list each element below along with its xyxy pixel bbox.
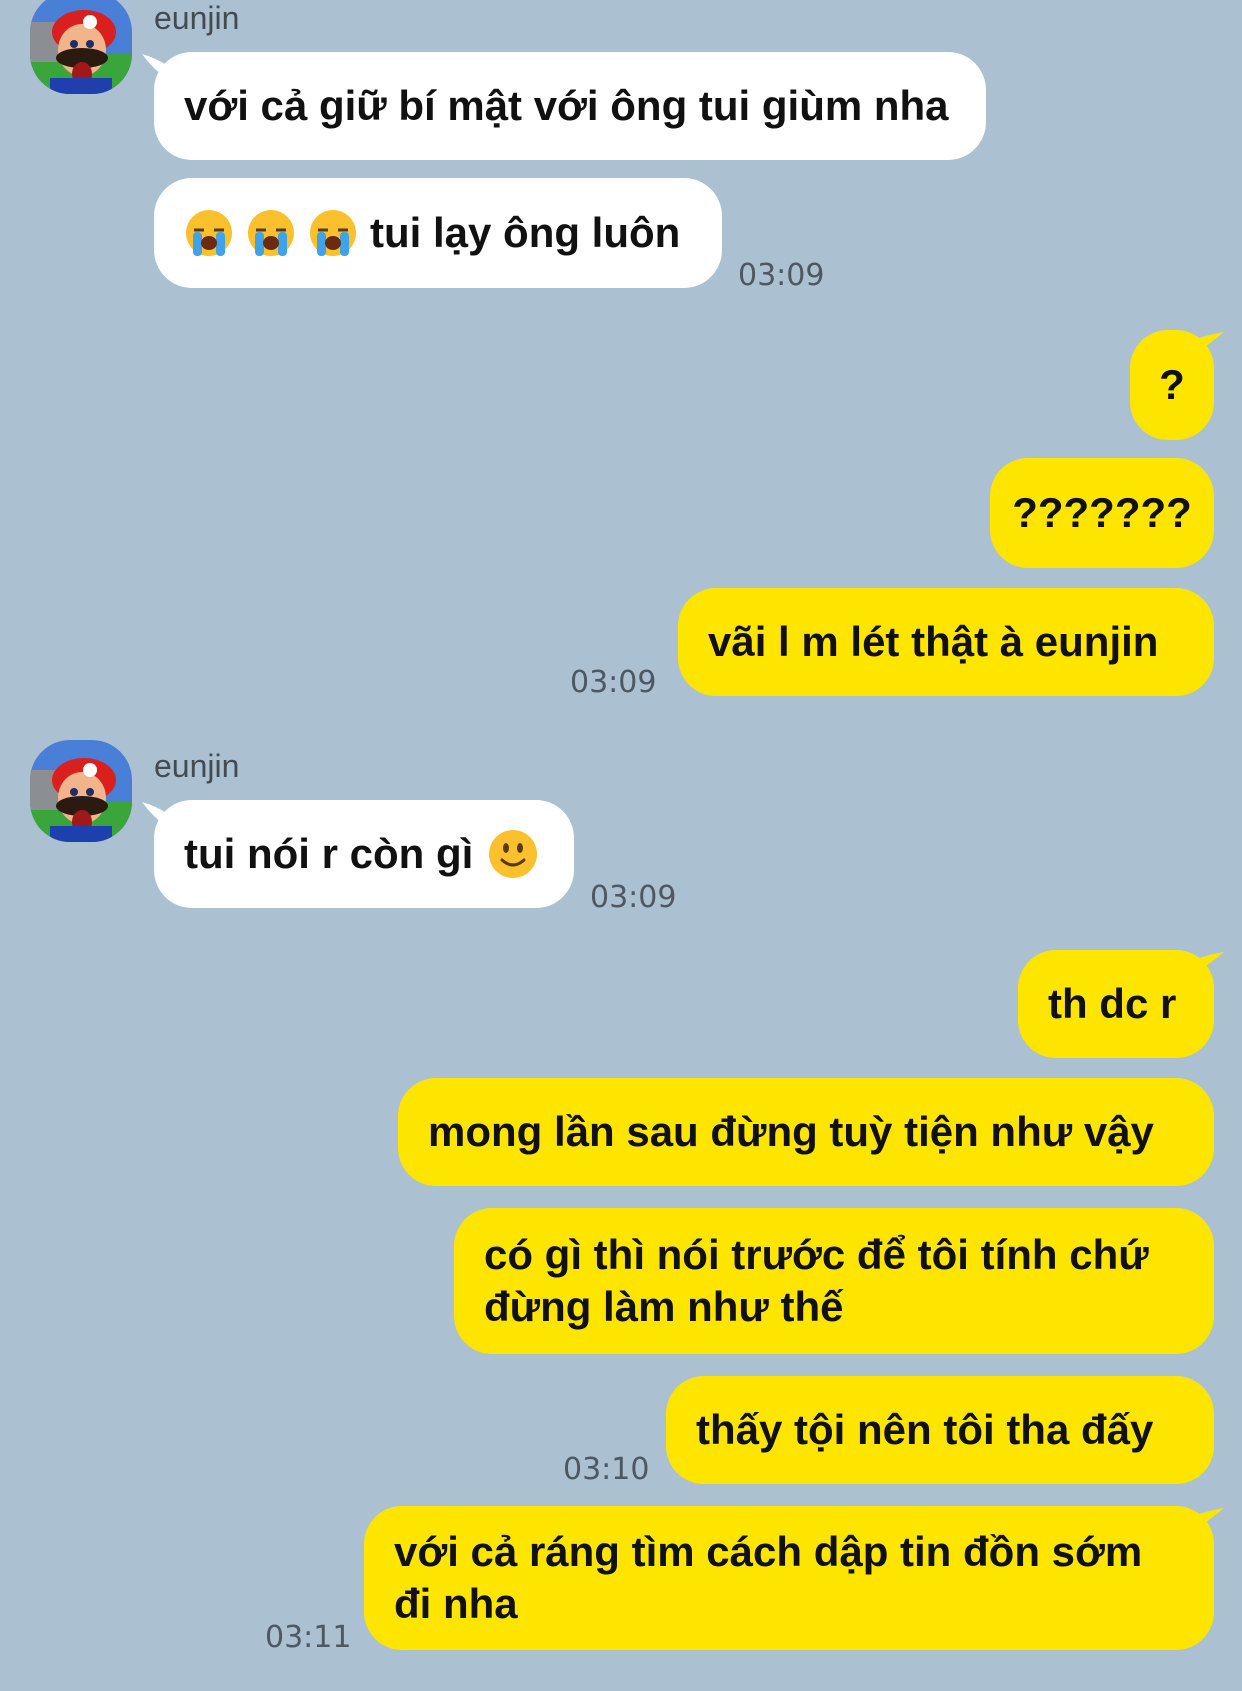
outgoing-message[interactable]: mong lần sau đừng tuỳ tiện như vậy (398, 1078, 1214, 1186)
sender-name: eunjin (154, 748, 240, 784)
loudly-crying-face-emoji (184, 208, 234, 258)
avatar[interactable] (30, 740, 132, 842)
timestamp: 03:09 (738, 258, 825, 293)
timestamp: 03:10 (563, 1452, 650, 1487)
outgoing-message[interactable]: với cả ráng tìm cách dập tin đồn sớm đi … (364, 1506, 1214, 1650)
outgoing-message[interactable]: thấy tội nên tôi tha đấy (666, 1376, 1214, 1484)
incoming-message[interactable]: với cả giữ bí mật với ông tui giùm nha (154, 52, 986, 160)
slightly-smiling-face-emoji (487, 828, 539, 880)
outgoing-message[interactable]: vãi l m lét thật à eunjin (678, 588, 1214, 696)
timestamp: 03:09 (570, 665, 657, 700)
timestamp: 03:11 (265, 1620, 352, 1655)
mario-avatar-icon (30, 0, 132, 94)
timestamp: 03:09 (590, 880, 677, 915)
outgoing-message[interactable]: ??????? (990, 458, 1214, 568)
incoming-message[interactable]: tui nói r còn gì (154, 800, 574, 908)
sender-name: eunjin (154, 0, 240, 36)
loudly-crying-face-emoji (246, 208, 296, 258)
outgoing-message[interactable]: th dc r (1018, 950, 1214, 1058)
loudly-crying-face-emoji (308, 208, 358, 258)
outgoing-message[interactable]: có gì thì nói trước để tôi tính chứ đừng… (454, 1208, 1214, 1354)
mario-avatar-icon (30, 740, 132, 842)
avatar[interactable] (30, 0, 132, 94)
outgoing-message[interactable]: ? (1130, 330, 1214, 440)
incoming-message[interactable]: tui lạy ông luôn (154, 178, 722, 288)
